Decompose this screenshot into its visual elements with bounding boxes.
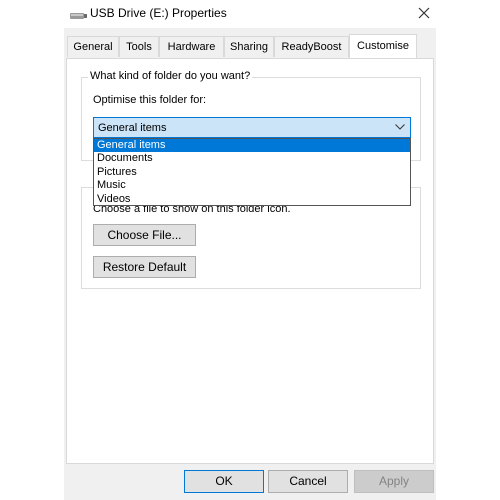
title-bar: USB Drive (E:) Properties bbox=[64, 0, 436, 28]
dropdown-option-music[interactable]: Music bbox=[94, 179, 410, 192]
close-icon bbox=[418, 7, 430, 19]
tab-tools[interactable]: Tools bbox=[119, 36, 159, 57]
dropdown-option-general-items[interactable]: General items bbox=[94, 139, 410, 153]
optimise-folder-select[interactable]: General items bbox=[93, 117, 411, 138]
optimise-dropdown-list: General items Documents Pictures Music V… bbox=[93, 138, 411, 206]
dropdown-option-documents[interactable]: Documents bbox=[94, 152, 410, 165]
tab-readyboost[interactable]: ReadyBoost bbox=[274, 36, 349, 57]
tab-sharing[interactable]: Sharing bbox=[224, 36, 274, 57]
ok-button[interactable]: OK bbox=[184, 470, 264, 493]
tab-general[interactable]: General bbox=[67, 36, 119, 57]
close-button[interactable] bbox=[413, 3, 435, 23]
restore-default-button[interactable]: Restore Default bbox=[93, 256, 196, 278]
optimise-label: Optimise this folder for: bbox=[93, 94, 207, 106]
tab-panel-customise: What kind of folder do you want? Optimis… bbox=[66, 58, 434, 464]
apply-button[interactable]: Apply bbox=[354, 470, 434, 493]
dropdown-option-pictures[interactable]: Pictures bbox=[94, 166, 410, 179]
chevron-down-icon bbox=[395, 124, 405, 130]
tab-strip: General Tools Hardware Sharing ReadyBoos… bbox=[64, 34, 436, 58]
optimise-select-value: General items bbox=[98, 122, 167, 134]
tab-customise[interactable]: Customise bbox=[349, 34, 417, 58]
cancel-button[interactable]: Cancel bbox=[268, 470, 348, 493]
dropdown-option-videos[interactable]: Videos bbox=[94, 193, 410, 206]
tab-hardware[interactable]: Hardware bbox=[159, 36, 224, 57]
properties-dialog: USB Drive (E:) Properties General Tools … bbox=[64, 0, 436, 500]
choose-file-button[interactable]: Choose File... bbox=[93, 224, 196, 246]
window-title: USB Drive (E:) Properties bbox=[90, 6, 227, 20]
usb-drive-icon bbox=[70, 11, 88, 19]
folder-type-caption: What kind of folder do you want? bbox=[88, 70, 253, 82]
